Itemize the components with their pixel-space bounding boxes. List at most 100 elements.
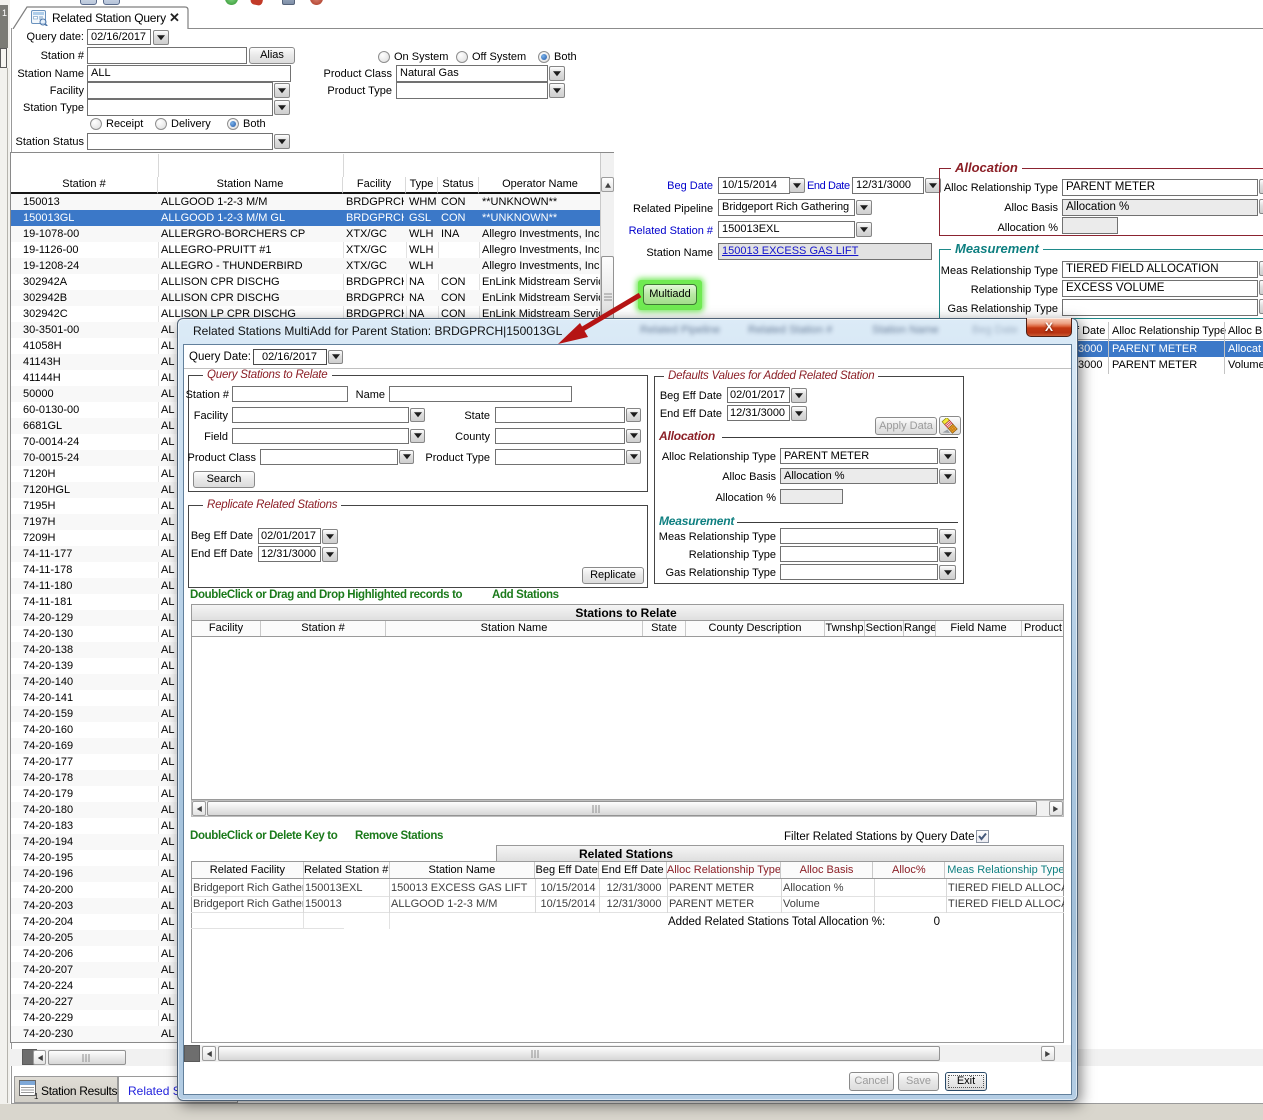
alloc-basis-dropdown-icon[interactable] [1259,199,1263,214]
dlg-hscroll2-left-button[interactable] [202,1046,216,1061]
related-pipeline-value[interactable]: Bridgeport Rich Gathering [718,199,855,216]
radio-both-rd-label[interactable]: Both [243,118,266,131]
toolbar-icon-window[interactable] [282,0,295,5]
tab-close-icon[interactable]: ✕ [169,10,180,26]
radio-delivery[interactable] [155,118,167,130]
dlg-def-beg-eff-value[interactable]: 02/01/2017 [727,387,790,403]
dlg-replicate-button[interactable]: Replicate [582,567,644,584]
dlg-product-type-combo[interactable] [495,449,625,465]
rel-type-value[interactable]: EXCESS VOLUME [1062,280,1258,297]
dlg-state-combo[interactable] [495,407,625,423]
product-class-dropdown-icon[interactable] [549,66,565,81]
radio-both-system-label[interactable]: Both [554,51,577,64]
product-type-dropdown-icon[interactable] [549,83,565,98]
toolbar-icon-export[interactable] [80,0,97,5]
radio-receipt[interactable] [90,118,102,130]
table-row[interactable]: 19-1208-24ALLEGRO - THUNDERBIRD XTX/GCWL… [11,258,601,274]
dlg-county-combo[interactable] [495,428,625,444]
dialog-close-button[interactable]: X [1026,318,1072,337]
rel-type-dropdown-icon[interactable] [1259,280,1263,295]
dlg-grt-value[interactable] [780,564,938,580]
station-status-combo[interactable] [87,133,273,150]
col-header-station-num[interactable]: Station # [11,177,158,194]
station-type-dropdown-icon[interactable] [274,100,290,115]
radio-off-system[interactable] [456,51,468,63]
dlg-filter-checkbox[interactable] [976,830,989,843]
dlg-facility-combo[interactable] [232,407,409,423]
query-date-value[interactable]: 02/16/2017 [87,29,151,45]
dlg-state-dropdown-icon[interactable] [626,408,641,422]
bg-grid-row-selected[interactable]: 3000 PARENT METER Allocat [1073,341,1263,357]
gas-rel-type-dropdown-icon[interactable] [1259,299,1263,314]
grid1-hscroll-right-button[interactable] [1049,801,1063,816]
dlg-county-dropdown-icon[interactable] [626,429,641,443]
dlg-def-end-eff-dropdown-icon[interactable] [791,406,807,421]
gas-rel-type-value[interactable] [1062,299,1258,316]
dlg-end-eff-value[interactable]: 12/31/3000 [258,546,321,562]
toolbar-icon-stop[interactable] [310,0,323,5]
station-status-dropdown-icon[interactable] [274,134,290,149]
dlg-product-type-dropdown-icon[interactable] [626,450,641,464]
dlg-rt-value[interactable] [780,546,938,562]
meas-rel-type-value[interactable]: TIERED FIELD ALLOCATION [1062,261,1258,278]
dlg-grt-dropdown-icon[interactable] [939,565,956,580]
alloc-rel-type-dropdown-icon[interactable] [1259,179,1263,194]
toolbar-icon-print[interactable] [103,0,120,5]
dlg-end-eff-dropdown-icon[interactable] [322,547,338,562]
tab-title[interactable]: Related Station Query [52,11,166,25]
table-row[interactable]: 19-1126-00ALLEGRO-PRUITT #1 XTX/GCWLH Al… [11,242,601,258]
table-row[interactable]: 19-1078-00ALLERGRO-BORCHERS CP XTX/GCWLH… [11,226,601,242]
main-hscroll-left-button[interactable] [33,1050,46,1065]
station-num-input[interactable] [87,47,247,64]
dlg-mrt-dropdown-icon[interactable] [939,529,956,544]
dlg-hscroll2-thumb[interactable] [218,1046,940,1061]
dlg-query-date-value[interactable]: 02/16/2017 [253,349,327,365]
dlg-beg-eff-value[interactable]: 02/01/2017 [258,528,321,544]
station-name-link[interactable]: 150013 EXCESS GAS LIFT [722,245,858,257]
dlg-def-beg-eff-dropdown-icon[interactable] [791,388,807,403]
table-row[interactable]: 302942BALLISON CPR DISCHG BRDGPRCHNA CON… [11,290,601,306]
beg-date-value[interactable]: 10/15/2014 [718,177,790,194]
meas-rel-type-dropdown-icon[interactable] [1259,261,1263,276]
dlg-facility-dropdown-icon[interactable] [410,408,425,422]
dlg-mrt-value[interactable] [780,528,938,544]
dlg-beg-eff-dropdown-icon[interactable] [322,529,338,544]
dlg-ab-dropdown-icon[interactable] [939,469,956,484]
product-type-combo[interactable] [396,82,548,99]
facility-dropdown-icon[interactable] [274,83,290,98]
main-hscroll-thumb[interactable] [48,1050,126,1065]
bg-grid-row[interactable]: 3000 PARENT METER Volume [1073,357,1263,373]
beg-date-dropdown-icon[interactable] [789,178,805,193]
radio-on-system[interactable] [378,51,390,63]
alloc-rel-type-value[interactable]: PARENT METER [1062,179,1258,196]
dlg-product-class-dropdown-icon[interactable] [399,450,414,464]
station-type-combo[interactable] [87,99,273,116]
col-header-facility[interactable]: Facility [343,177,406,194]
related-station-dropdown-icon[interactable] [856,222,872,237]
dlg-cancel-button[interactable]: Cancel [849,1072,894,1091]
table-row[interactable]: 150013GLALLGOOD 1-2-3 M/M GL BRDGPRCHGSL… [11,210,601,226]
toolbar-icon-filter[interactable] [250,0,264,6]
related-pipeline-dropdown-icon[interactable] [856,200,872,215]
radio-off-system-label[interactable]: Off System [472,51,526,64]
dlg-clear-button[interactable] [939,416,961,435]
toolbar-icon-refresh[interactable] [225,0,238,5]
col-header-station-name[interactable]: Station Name [158,177,343,194]
alloc-basis-value[interactable]: Allocation % [1062,199,1258,216]
facility-combo[interactable] [87,82,273,99]
dlg-ap-value[interactable] [780,489,843,504]
dlg-product-class-combo[interactable] [260,449,398,465]
query-date-dropdown-icon[interactable] [153,30,169,45]
grid1-hscroll-thumb[interactable] [207,801,1037,816]
grid1-hscroll-left-button[interactable] [192,801,206,816]
radio-both-rd[interactable] [227,118,239,130]
alias-button[interactable]: Alias [249,47,295,64]
dlg-field-combo[interactable] [232,428,409,444]
product-class-combo[interactable]: Natural Gas [396,65,548,82]
dlg-ab-value[interactable]: Allocation % [780,468,938,484]
station-name-input[interactable]: ALL [87,65,291,82]
radio-delivery-label[interactable]: Delivery [171,118,211,131]
col-header-status[interactable]: Status [438,177,479,194]
dlg-hscroll2-corner[interactable] [184,1045,200,1062]
dlg-save-button[interactable]: Save [898,1072,939,1091]
